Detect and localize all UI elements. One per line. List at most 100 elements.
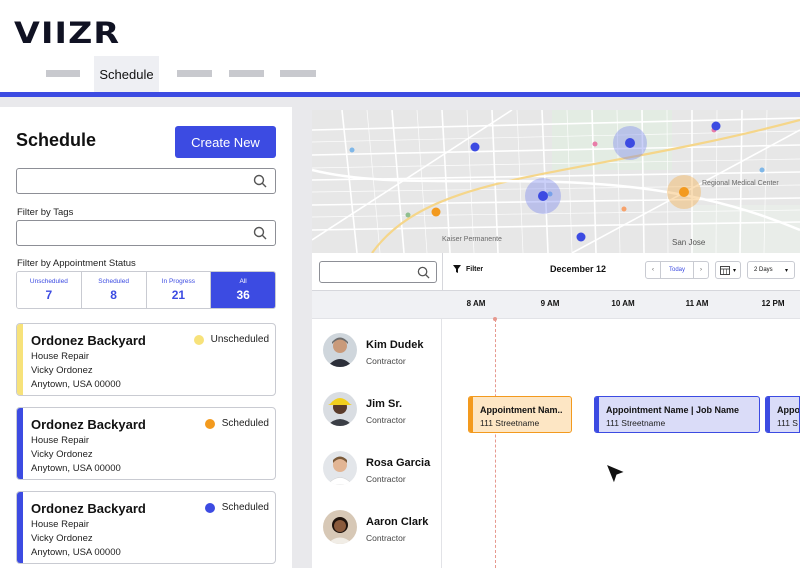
status-dot <box>193 334 204 345</box>
resource-list: Kim Dudek Contractor Jim Sr. Contractor … <box>312 319 442 568</box>
filter-button[interactable]: Filter <box>453 265 483 273</box>
previous-day-button[interactable]: ‹ <box>646 262 660 278</box>
status-badge: Unscheduled <box>193 334 269 345</box>
card-service: House Repair <box>31 519 90 530</box>
status-text: Unscheduled <box>210 334 269 345</box>
date-pager: ‹ Today › <box>645 261 709 279</box>
resource-role: Contractor <box>366 533 406 543</box>
chevron-down-icon: ▾ <box>732 267 736 274</box>
nav-item-placeholder[interactable] <box>177 70 212 77</box>
resource-role: Contractor <box>366 474 406 484</box>
card-customer: Vicky Ordonez <box>31 533 93 544</box>
card-address: Anytown, USA 00000 <box>31 379 121 390</box>
card-title: Ordonez Backyard <box>31 501 146 516</box>
time-axis: 8 AM 9 AM 10 AM 11 AM 12 PM <box>312 291 800 319</box>
create-new-button[interactable]: Create New <box>175 126 276 158</box>
appointment-block[interactable]: Appointment Name | Job Name 111 Streetna… <box>594 396 760 433</box>
viizr-logo[interactable]: VIIZR <box>14 16 120 50</box>
current-time-line <box>495 319 496 568</box>
status-filter-scheduled[interactable]: Scheduled 8 <box>81 272 147 308</box>
appointment-address: 111 Streetname <box>480 418 540 428</box>
status-count: 8 <box>110 288 117 302</box>
filter-tags-label: Filter by Tags <box>17 207 74 218</box>
page-title: Schedule <box>16 130 97 150</box>
nav-item-placeholder[interactable] <box>229 70 264 77</box>
search-icon <box>253 226 267 240</box>
appointment-stripe <box>469 397 473 432</box>
nav-item-placeholder[interactable] <box>46 70 80 77</box>
filter-status-label: Filter by Appointment Status <box>17 258 136 269</box>
resource-row[interactable]: Aaron Clark Contractor <box>312 496 442 555</box>
scheduler-toolbar: Filter December 12 ‹ Today › ▾ 2 Days ▾ <box>312 253 800 291</box>
day-range-select[interactable]: 2 Days ▾ <box>747 261 795 279</box>
card-stripe <box>17 324 23 395</box>
card-address: Anytown, USA 00000 <box>31 547 121 558</box>
resource-row[interactable]: Kim Dudek Contractor <box>312 319 442 378</box>
search-icon <box>417 266 430 279</box>
mouse-cursor-icon <box>605 463 626 485</box>
appointment-block[interactable]: Appointment Nam.. 111 Streetname <box>468 396 572 433</box>
resource-row[interactable]: Jim Sr. Contractor <box>312 378 442 437</box>
resource-name: Jim Sr. <box>366 398 403 410</box>
status-filter-all[interactable]: All 36 <box>211 272 275 308</box>
status-count: 21 <box>171 288 186 302</box>
card-service: House Repair <box>31 435 90 446</box>
tags-search-input[interactable] <box>16 220 276 246</box>
current-date: December 12 <box>550 264 607 274</box>
next-day-button[interactable]: › <box>694 262 708 278</box>
map-label-san-jose: San Jose <box>672 238 706 247</box>
status-text: Scheduled <box>221 502 269 513</box>
work-area: Schedule Create New Filter by Tags Filte… <box>0 97 800 568</box>
avatar <box>323 451 357 485</box>
appointment-block[interactable]: Appo 111 S <box>765 396 800 433</box>
status-label: All <box>239 278 247 285</box>
appointment-card[interactable]: Ordonez Backyard Scheduled House Repair … <box>16 407 276 480</box>
today-button[interactable]: Today <box>660 262 694 278</box>
search-input[interactable] <box>16 168 276 194</box>
appointment-stripe <box>766 397 770 432</box>
card-customer: Vicky Ordonez <box>31 365 93 376</box>
resource-row[interactable]: Rosa Garcia Contractor <box>312 437 442 496</box>
avatar <box>323 510 357 544</box>
status-label: Scheduled <box>98 278 129 285</box>
calendar-grid-icon <box>720 265 730 275</box>
filter-icon <box>453 265 461 273</box>
day-range-value: 2 Days <box>754 267 773 273</box>
avatar <box>323 392 357 426</box>
time-label: 11 AM <box>685 299 709 308</box>
schedule-sidebar: Schedule Create New Filter by Tags Filte… <box>0 107 292 568</box>
appointment-card[interactable]: Ordonez Backyard Scheduled House Repair … <box>16 491 276 564</box>
nav-item-placeholder[interactable] <box>280 70 316 77</box>
search-icon <box>253 174 267 188</box>
resource-role: Contractor <box>366 356 406 366</box>
resource-search-input[interactable] <box>319 261 437 283</box>
time-label: 9 AM <box>540 299 560 308</box>
filter-label: Filter <box>466 265 484 273</box>
appointment-card[interactable]: Ordonez Backyard Unscheduled House Repai… <box>16 323 276 396</box>
avatar <box>323 333 357 367</box>
card-address: Anytown, USA 00000 <box>31 463 121 474</box>
appointment-title: Appo <box>777 405 800 415</box>
status-filter-group: Unscheduled 7 Scheduled 8 In Progress 21… <box>16 271 276 309</box>
map-view[interactable]: San Jose Regional Medical Center Kaiser … <box>312 110 800 253</box>
status-dot <box>204 418 215 429</box>
status-filter-in-progress[interactable]: In Progress 21 <box>146 272 212 308</box>
scheduler-panel: Filter December 12 ‹ Today › ▾ 2 Days ▾ … <box>312 253 800 568</box>
calendar-view-button[interactable]: ▾ <box>715 261 741 279</box>
resource-name: Kim Dudek <box>366 339 424 351</box>
chevron-down-icon: ▾ <box>784 267 788 274</box>
time-label: 12 PM <box>761 299 785 308</box>
toolbar-divider <box>442 253 443 291</box>
map-label-medical-center: Regional Medical Center <box>702 180 779 187</box>
map-label-kaiser: Kaiser Permanente <box>442 236 502 243</box>
tab-schedule[interactable]: Schedule <box>94 56 159 92</box>
card-stripe <box>17 492 23 563</box>
appointment-address: 111 Streetname <box>606 418 666 428</box>
card-service: House Repair <box>31 351 90 362</box>
appointment-title: Appointment Name | Job Name <box>606 405 740 415</box>
status-filter-unscheduled[interactable]: Unscheduled 7 <box>17 272 82 308</box>
status-label: Unscheduled <box>29 278 68 285</box>
status-badge: Scheduled <box>204 502 269 513</box>
appointment-address: 111 S <box>777 418 798 428</box>
time-label: 10 AM <box>611 299 635 308</box>
